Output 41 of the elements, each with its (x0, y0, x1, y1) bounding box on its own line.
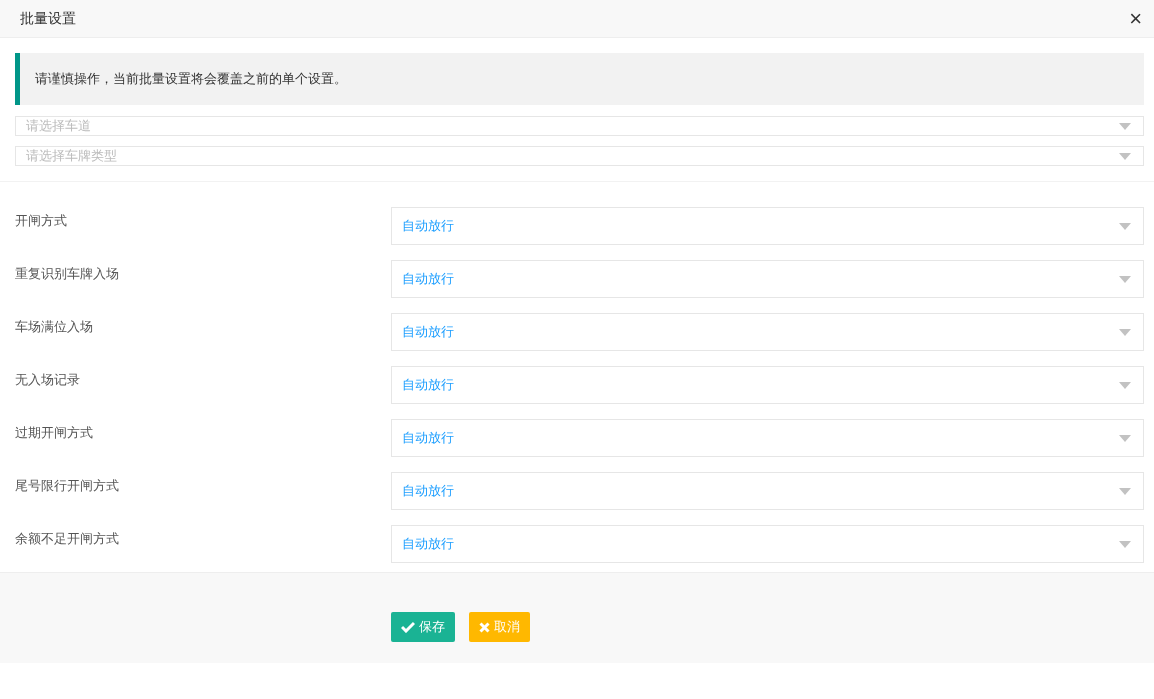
caret-icon (1119, 540, 1131, 548)
select-field[interactable]: 请选择车道 (15, 116, 1144, 136)
select-value: 自动放行 (402, 429, 454, 447)
select-field[interactable]: 自动放行 (391, 472, 1144, 510)
setting-label: 尾号限行开闸方式 (15, 477, 120, 495)
select-value: 自动放行 (402, 482, 454, 500)
caret-icon (1119, 122, 1131, 130)
caret-icon (1119, 328, 1131, 336)
select-placeholder: 请选择车牌类型 (26, 147, 117, 165)
select-field[interactable]: 自动放行 (391, 207, 1144, 245)
setting-label: 重复识别车牌入场 (15, 265, 120, 283)
setting-label: 开闸方式 (15, 212, 68, 230)
select-value: 自动放行 (402, 323, 454, 341)
save-button[interactable]: 保存 (391, 612, 455, 642)
select-field[interactable]: 自动放行 (391, 419, 1144, 457)
caret-icon (1119, 487, 1131, 495)
select-value: 自动放行 (402, 535, 454, 553)
select-field[interactable]: 自动放行 (391, 366, 1144, 404)
select-placeholder: 请选择车道 (26, 117, 91, 135)
select-field[interactable]: 请选择车牌类型 (15, 146, 1144, 166)
select-field[interactable]: 自动放行 (391, 260, 1144, 298)
caret-icon (1119, 152, 1131, 160)
select-value: 自动放行 (402, 376, 454, 394)
select-field[interactable]: 自动放行 (391, 525, 1144, 563)
setting-label: 过期开闸方式 (15, 424, 94, 442)
setting-label: 无入场记录 (15, 371, 81, 389)
cancel-button[interactable]: 取消 (469, 612, 530, 642)
caret-icon (1119, 222, 1131, 230)
dialog-title: 批量设置 (20, 9, 76, 28)
setting-label: 余额不足开闸方式 (15, 530, 120, 548)
caret-icon (1119, 434, 1131, 442)
caret-icon (1119, 381, 1131, 389)
setting-label: 车场满位入场 (15, 318, 94, 336)
close-icon (479, 621, 490, 633)
select-value: 自动放行 (402, 270, 454, 288)
warning-notice: 请谨慎操作，当前批量设置将会覆盖之前的单个设置。 (15, 53, 1144, 105)
select-field[interactable]: 自动放行 (391, 313, 1144, 351)
caret-icon (1119, 275, 1131, 283)
check-icon (401, 621, 415, 633)
select-value: 自动放行 (402, 217, 454, 235)
close-button[interactable]: × (1129, 7, 1142, 30)
